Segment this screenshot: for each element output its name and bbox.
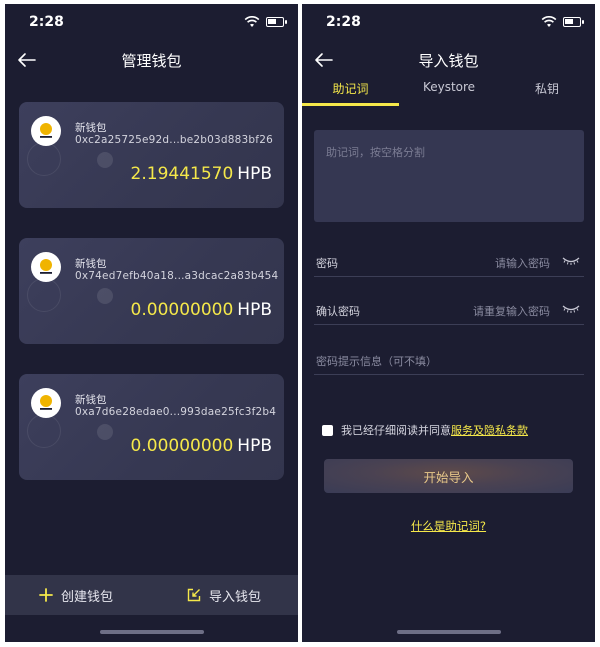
import-wallet-label: 导入钱包 — [209, 589, 262, 605]
status-icons — [244, 16, 287, 28]
balance-amount: 0.00000000 — [130, 436, 234, 456]
manage-wallet-screen: 2:28 管理钱包 新钱包 0xc2a25725e92d...be2b03d88… — [5, 4, 298, 642]
card-decoration — [97, 424, 113, 440]
card-decoration — [97, 152, 113, 168]
balance-amount: 2.19441570 — [130, 164, 234, 184]
password-hint-field[interactable]: 密码提示信息（可不填） — [314, 345, 584, 375]
password-field[interactable]: 密码 请输入密码 — [314, 247, 584, 277]
nav-bar: 导入钱包 — [302, 40, 595, 80]
balance-unit: HPB — [237, 300, 272, 320]
password-hint-placeholder: 密码提示信息（可不填） — [316, 355, 437, 368]
status-bar: 2:28 — [5, 4, 298, 40]
card-decoration — [27, 414, 61, 448]
eye-closed-icon[interactable] — [562, 304, 580, 314]
status-bar: 2:28 — [302, 4, 595, 40]
status-time: 2:28 — [29, 14, 64, 30]
wallet-avatar — [31, 252, 61, 282]
confirm-password-placeholder: 请重复输入密码 — [473, 305, 550, 318]
balance-unit: HPB — [237, 436, 272, 456]
battery-icon — [563, 17, 584, 27]
confirm-password-field[interactable]: 确认密码 请重复输入密码 — [314, 295, 584, 325]
plus-icon — [39, 588, 53, 602]
status-icons — [541, 16, 584, 28]
balance-amount: 0.00000000 — [130, 300, 234, 320]
wallet-card[interactable]: 新钱包 0xa7d6e28edae0...993dae25fc3f2b4 0.0… — [19, 374, 284, 480]
eye-closed-icon[interactable] — [562, 256, 580, 266]
create-wallet-button[interactable]: 创建钱包 — [39, 575, 113, 615]
create-wallet-label: 创建钱包 — [61, 589, 114, 605]
card-decoration — [97, 288, 113, 304]
password-label: 密码 — [316, 257, 338, 270]
import-icon — [187, 588, 201, 602]
hpb-coin-icon — [40, 259, 52, 274]
what-is-mnemonic-link[interactable]: 什么是助记词? — [302, 518, 595, 534]
import-wallet-screen: 2:28 导入钱包 助记词 Keystore 私钥 助记词，按空格分割 密码 请… — [302, 4, 595, 642]
page-title: 管理钱包 — [121, 52, 182, 70]
mnemonic-placeholder: 助记词，按空格分割 — [326, 146, 425, 159]
card-decoration — [27, 142, 61, 176]
wallet-balance: 0.00000000 HPB — [131, 436, 272, 456]
wallet-name: 新钱包 — [75, 258, 107, 270]
agree-text: 我已经仔细阅读并同意 — [341, 424, 451, 437]
confirm-password-label: 确认密码 — [316, 305, 360, 318]
nav-bar: 管理钱包 — [5, 40, 298, 80]
wallet-card[interactable]: 新钱包 0xc2a25725e92d...be2b03d883bf26 2.19… — [19, 102, 284, 208]
start-import-button[interactable]: 开始导入 — [324, 459, 573, 493]
wallet-avatar — [31, 116, 61, 146]
balance-unit: HPB — [237, 164, 272, 184]
terms-link[interactable]: 服务及隐私条款 — [451, 422, 528, 438]
tab-keystore[interactable]: Keystore — [399, 80, 499, 106]
wallet-name: 新钱包 — [75, 122, 107, 134]
hpb-coin-icon — [40, 123, 52, 138]
wallet-name: 新钱包 — [75, 394, 107, 406]
wallet-address: 0xc2a25725e92d...be2b03d883bf26 — [75, 134, 273, 146]
import-wallet-button[interactable]: 导入钱包 — [187, 575, 261, 615]
import-method-tabs: 助记词 Keystore 私钥 — [302, 80, 595, 106]
page-title: 导入钱包 — [418, 52, 479, 70]
status-time: 2:28 — [326, 14, 361, 30]
wifi-icon — [541, 16, 557, 27]
wallet-address: 0xa7d6e28edae0...993dae25fc3f2b4 — [75, 406, 277, 418]
home-indicator — [99, 630, 204, 634]
wallet-balance: 0.00000000 HPB — [131, 300, 272, 320]
tab-private-key[interactable]: 私钥 — [499, 80, 595, 106]
wallet-card[interactable]: 新钱包 0x74ed7efb40a18...a3dcac2a83b454 0.0… — [19, 238, 284, 344]
active-tab-indicator — [302, 103, 399, 106]
card-decoration — [27, 278, 61, 312]
wallet-avatar — [31, 388, 61, 418]
wifi-icon — [244, 16, 260, 27]
battery-icon — [266, 17, 287, 27]
wallet-address: 0x74ed7efb40a18...a3dcac2a83b454 — [75, 270, 279, 282]
terms-agreement: 我已经仔细阅读并同意 服务及隐私条款 — [322, 420, 528, 440]
agree-checkbox[interactable] — [322, 424, 333, 436]
mnemonic-input[interactable]: 助记词，按空格分割 — [314, 130, 584, 222]
wallet-balance: 2.19441570 HPB — [131, 164, 272, 184]
password-placeholder: 请输入密码 — [495, 257, 550, 270]
hpb-coin-icon — [40, 395, 52, 410]
home-indicator — [396, 630, 501, 634]
bottom-action-bar: 创建钱包 导入钱包 — [5, 575, 298, 615]
